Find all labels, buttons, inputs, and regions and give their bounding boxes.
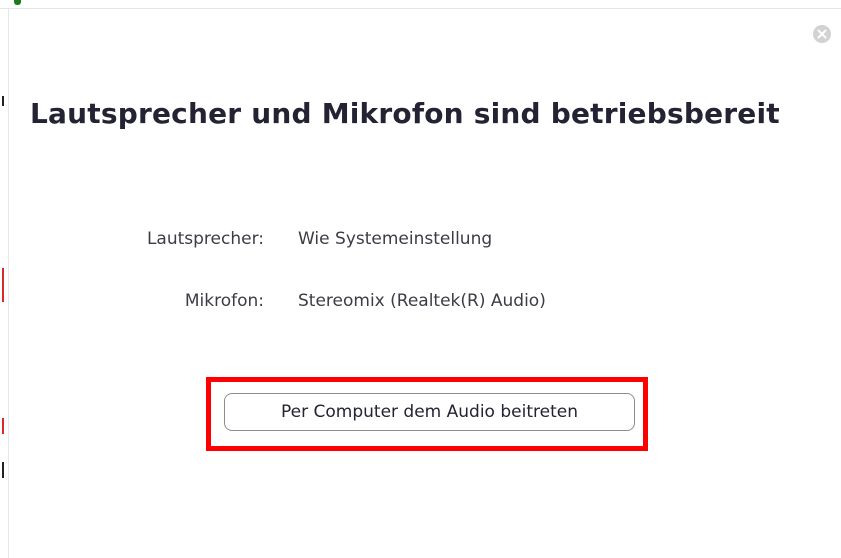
- audio-dialog: Lautsprecher und Mikrofon sind betriebsb…: [9, 9, 841, 558]
- background-fragment: [2, 96, 4, 106]
- microphone-label: Mikrofon:: [184, 291, 264, 311]
- speaker-value: Wie Systemeinstellung: [298, 229, 493, 249]
- background-fragment: [2, 418, 4, 434]
- close-button[interactable]: [813, 25, 831, 43]
- join-computer-audio-button[interactable]: Per Computer dem Audio beitreten: [224, 393, 635, 431]
- background-fragment: [2, 462, 4, 478]
- dialog-title: Lautsprecher und Mikrofon sind betriebsb…: [30, 97, 780, 130]
- close-icon: [817, 29, 827, 39]
- background-window-fragment: [14, 0, 21, 5]
- microphone-value: Stereomix (Realtek(R) Audio): [298, 291, 546, 311]
- background-fragment: [2, 268, 4, 302]
- speaker-label: Lautsprecher:: [146, 229, 264, 249]
